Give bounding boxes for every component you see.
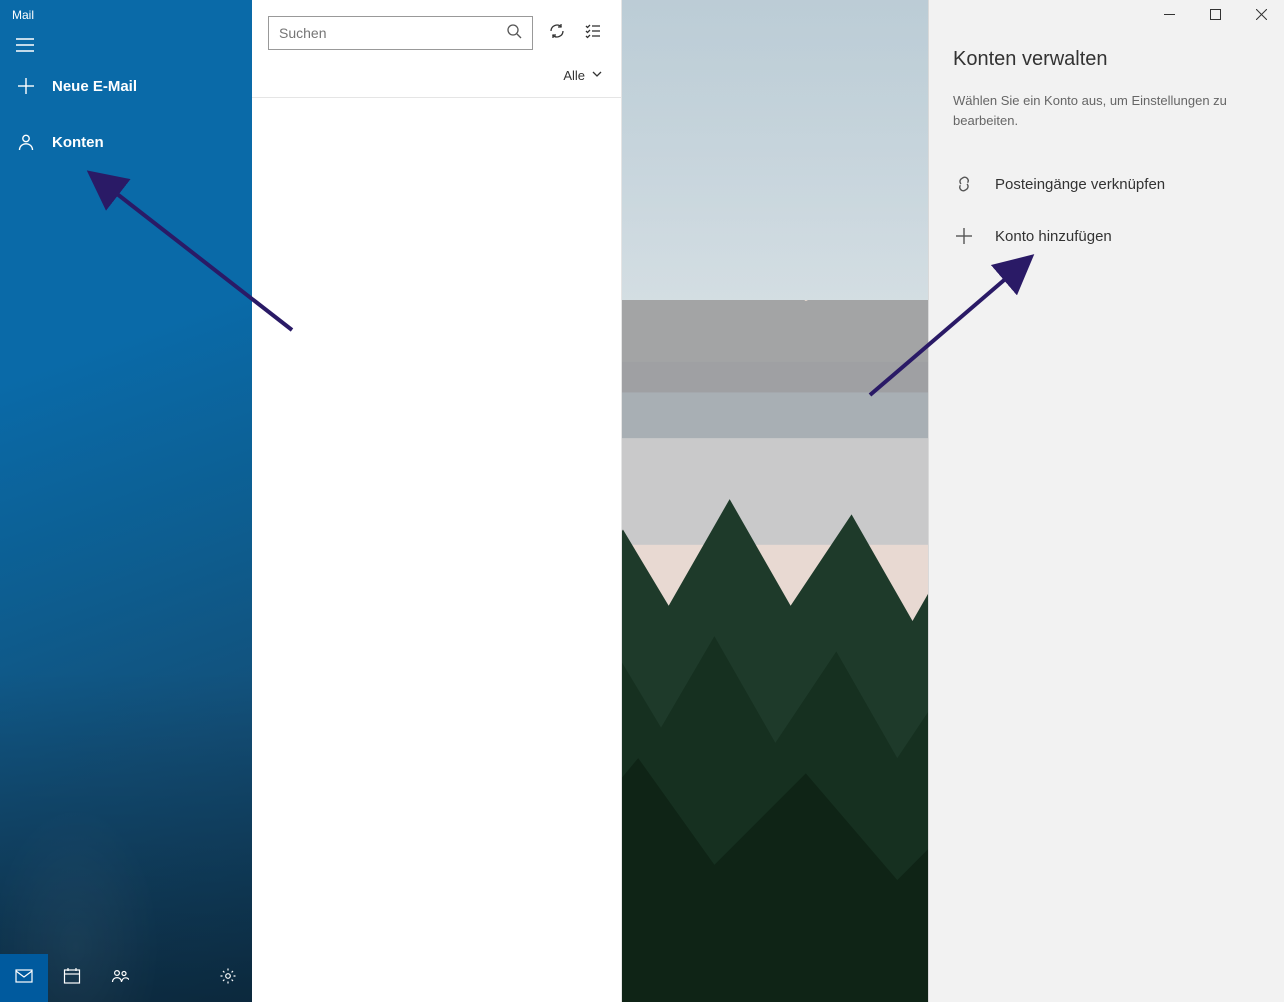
window-controls (929, 0, 1284, 32)
maximize-button[interactable] (1192, 0, 1238, 32)
link-icon (953, 174, 975, 194)
filter-dropdown[interactable]: Alle (252, 58, 621, 98)
mail-icon (15, 967, 33, 990)
sidebar-footer (0, 954, 252, 1002)
hamburger-button[interactable] (0, 26, 252, 63)
footer-settings-button[interactable] (204, 954, 252, 1002)
people-icon (111, 967, 129, 990)
sidebar-item-accounts[interactable]: Konten (0, 119, 252, 165)
person-icon (16, 133, 36, 151)
app-title: Mail (0, 0, 252, 26)
link-inboxes-label: Posteingänge verknüpfen (995, 176, 1165, 193)
search-icon (506, 23, 522, 44)
manage-accounts-panel: Konten verwalten Wählen Sie ein Konto au… (928, 0, 1284, 1002)
filter-label: Alle (563, 68, 585, 83)
footer-people-button[interactable] (96, 954, 144, 1002)
panel-subtitle: Wählen Sie ein Konto aus, um Einstellung… (929, 91, 1284, 158)
plus-icon (953, 226, 975, 246)
accounts-label: Konten (52, 134, 104, 151)
search-input[interactable] (279, 25, 506, 41)
minimize-button[interactable] (1146, 0, 1192, 32)
select-mode-button[interactable] (581, 21, 605, 45)
add-account-button[interactable]: Konto hinzufügen (929, 210, 1284, 262)
close-button[interactable] (1238, 0, 1284, 32)
checklist-icon (584, 22, 602, 45)
refresh-icon (548, 22, 566, 45)
hamburger-icon (16, 41, 34, 58)
new-mail-label: Neue E-Mail (52, 78, 137, 95)
search-row (252, 0, 621, 58)
gear-icon (219, 967, 237, 990)
sidebar: Mail Neue E-Mail Konten (0, 0, 252, 1002)
calendar-icon (63, 967, 81, 990)
link-inboxes-button[interactable]: Posteingänge verknüpfen (929, 158, 1284, 210)
panel-title: Konten verwalten (929, 32, 1284, 91)
footer-mail-button[interactable] (0, 954, 48, 1002)
search-box[interactable] (268, 16, 533, 50)
new-mail-button[interactable]: Neue E-Mail (0, 63, 252, 109)
add-account-label: Konto hinzufügen (995, 228, 1112, 245)
close-icon (1256, 7, 1267, 25)
footer-calendar-button[interactable] (48, 954, 96, 1002)
maximize-icon (1210, 7, 1221, 25)
message-list-column: Alle (252, 0, 622, 1002)
plus-icon (16, 77, 36, 95)
chevron-down-icon (591, 68, 603, 83)
minimize-icon (1164, 7, 1175, 25)
refresh-button[interactable] (545, 21, 569, 45)
